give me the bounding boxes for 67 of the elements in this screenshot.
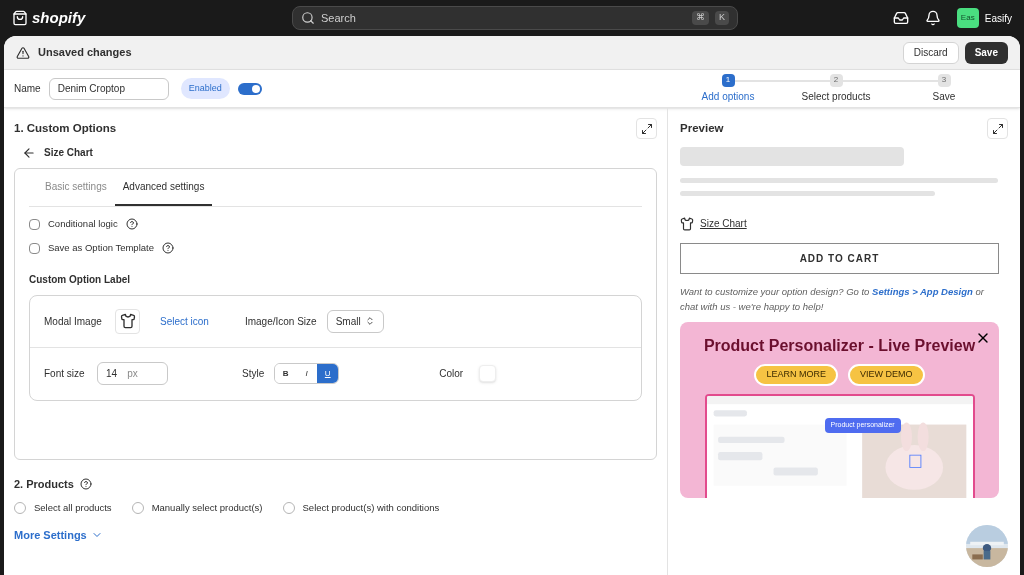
field-label: Color	[439, 367, 464, 381]
expand-icon	[640, 122, 653, 135]
save-bar-title: Unsaved changes	[38, 45, 133, 61]
warning-icon	[16, 45, 30, 60]
section-title: 1. Custom Options	[14, 120, 117, 136]
checkbox[interactable]	[29, 242, 40, 254]
settings-link[interactable]: Settings > App Design	[872, 286, 973, 297]
field-label: Image/Icon Size	[244, 314, 317, 329]
label-section-title: Custom Option Label	[29, 272, 132, 287]
enabled-badge: Enabled	[180, 77, 230, 100]
customize-note: Want to customize your option design? Go to Settings > App Design or chat with us - we're happy to help!	[680, 285, 985, 314]
checkbox-label: Conditional logic	[48, 217, 118, 231]
expand-icon	[991, 122, 1004, 135]
step-label[interactable]: Save	[932, 88, 956, 104]
shortcut-key: ⌘	[692, 11, 709, 25]
name-label: Name	[14, 82, 41, 96]
help-icon[interactable]	[125, 218, 138, 231]
step-number: 3	[937, 73, 951, 87]
add-to-cart-button[interactable]: ADD TO CART	[680, 243, 999, 274]
save-button[interactable]: Save	[964, 41, 1008, 64]
step-label[interactable]: Add options	[701, 88, 755, 104]
shortcut-key: K	[715, 11, 729, 25]
shirt-icon[interactable]	[115, 308, 140, 334]
field-label: Modal Image	[44, 314, 103, 329]
up-down-chevron-icon	[364, 316, 375, 326]
back-title: Size Chart	[44, 146, 93, 160]
checkbox-label: Save as Option Template	[48, 241, 154, 256]
radio-label: Manually select product(s)	[151, 500, 263, 515]
help-icon[interactable]	[162, 242, 174, 255]
radio-label: Select all products	[34, 500, 112, 515]
banner-title: Product Personalizer - Live Preview	[703, 336, 976, 356]
name-field[interactable]: Denim Croptop	[48, 77, 169, 100]
store-avatar[interactable]: Eas	[956, 8, 979, 28]
font-size-field[interactable]: 14 px	[97, 362, 168, 385]
shirt-icon	[680, 216, 694, 231]
section-title: 2. Products	[14, 477, 74, 492]
search-field[interactable]: Search ⌘ K	[292, 6, 738, 30]
shopify-bag-icon	[12, 10, 28, 26]
back-icon[interactable]	[22, 145, 36, 160]
search-placeholder: Search	[321, 10, 357, 26]
settings-tab[interactable]: Advanced settings	[114, 169, 213, 206]
settings-tab[interactable]: Basic settings	[37, 169, 115, 206]
step-label[interactable]: Select products	[801, 88, 871, 104]
banner-button[interactable]: LEARN MORE	[754, 364, 838, 386]
size-select[interactable]: Small	[326, 309, 384, 333]
expand-button[interactable]	[636, 118, 657, 139]
expand-button[interactable]	[987, 118, 1008, 139]
more-settings-link[interactable]: More Settings	[14, 526, 103, 544]
banner-button[interactable]: VIEW DEMO	[848, 364, 925, 386]
enabled-toggle[interactable]	[237, 82, 262, 95]
store-name[interactable]: Easify	[984, 10, 1012, 26]
notification-icon[interactable]	[924, 10, 941, 26]
preview-title: Preview	[680, 120, 724, 136]
search-icon	[301, 11, 315, 25]
discard-button[interactable]: Discard	[902, 41, 959, 64]
help-icon[interactable]	[79, 478, 92, 491]
step-number: 2	[829, 73, 843, 87]
checkbox[interactable]	[29, 218, 40, 230]
field-label: Style	[242, 367, 265, 381]
inbox-icon[interactable]	[892, 10, 909, 26]
step-number: 1	[721, 73, 735, 87]
size-chart-link[interactable]: Size Chart	[700, 216, 747, 231]
brand-logo[interactable]: shopify	[32, 6, 86, 30]
field-label: Font size	[44, 367, 86, 381]
radio-label: Select product(s) with conditions	[302, 500, 440, 515]
style-toggle[interactable]: U	[317, 364, 339, 383]
select-icon-link[interactable]: Select icon	[160, 313, 209, 329]
